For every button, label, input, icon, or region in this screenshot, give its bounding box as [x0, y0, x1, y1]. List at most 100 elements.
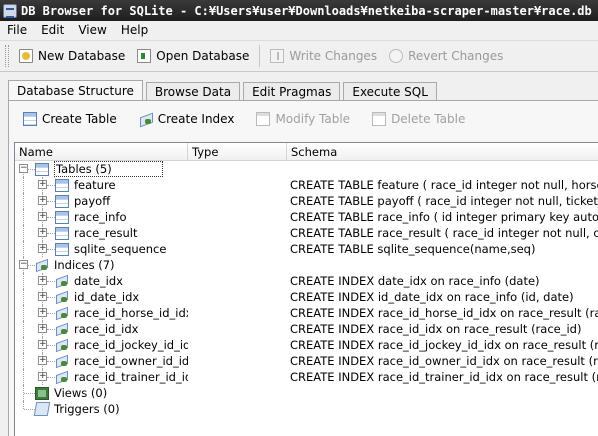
expand-icon[interactable]: + [38, 372, 47, 381]
index-row[interactable]: + id_date_idx CREATE INDEX id_date_idx on … [15, 289, 598, 305]
tree-name-cell: Views (0) [15, 385, 188, 401]
tree-name-cell: + race_id_owner_id_idx [15, 353, 188, 369]
tree-connector-line [47, 377, 55, 378]
expand-icon[interactable]: + [38, 180, 47, 189]
menu-file[interactable]: File [0, 23, 34, 37]
tree-name-cell: − Tables (5) [15, 161, 188, 177]
index-row[interactable]: + race_id_idx CREATE INDEX race_id_idx on … [15, 321, 598, 337]
table-label: race_result [55, 226, 137, 240]
modify-table-button[interactable]: Modify Table [250, 107, 356, 131]
table-row[interactable]: + sqlite_sequence CREATE TABLE sqlite_sequ… [15, 241, 598, 257]
expand-icon[interactable]: + [38, 228, 47, 237]
expand-icon[interactable]: + [38, 212, 47, 221]
expand-icon[interactable]: + [38, 292, 47, 301]
delete-table-label: Delete Table [391, 112, 466, 126]
index-row[interactable]: + race_id_owner_id_idx CREATE INDEX race_i… [15, 353, 598, 369]
table-icon [55, 210, 69, 224]
index-schema: CREATE INDEX race_id_jockey_id_idx on ra… [290, 338, 598, 352]
table-name: payoff [74, 194, 111, 208]
menu-bar: File Edit View Help [0, 21, 598, 39]
collapse-icon[interactable]: − [19, 164, 28, 173]
index-schema: CREATE INDEX race_id_horse_id_idx on rac… [290, 306, 598, 320]
index-icon [55, 323, 69, 336]
open-database-button[interactable]: Open Database [131, 43, 255, 69]
column-header-schema[interactable]: Schema [287, 143, 598, 160]
index-label: race_id_owner_id_idx [55, 354, 188, 368]
index-name: date_idx [74, 274, 123, 288]
index-schema: CREATE INDEX id_date_idx on race_info (i… [290, 290, 574, 304]
new-database-button[interactable]: New Database [13, 43, 131, 69]
tree-group-tables_group[interactable]: − Tables (5) [15, 161, 598, 177]
table-row[interactable]: + payoff CREATE TABLE payoff ( race_id int… [15, 193, 598, 209]
create-index-icon [139, 112, 153, 126]
table-icon [55, 194, 69, 208]
table-row[interactable]: + race_info CREATE TABLE race_info ( id in… [15, 209, 598, 225]
table-row[interactable]: + race_result CREATE TABLE race_result ( r… [15, 225, 598, 241]
index-name: id_date_idx [74, 290, 140, 304]
tree-connector-line [47, 185, 55, 186]
open-database-icon [137, 49, 152, 63]
delete-table-button[interactable]: Delete Table [366, 107, 471, 131]
main-toolbar: New Database Open Database Write Changes… [0, 40, 598, 72]
expand-icon[interactable]: + [38, 244, 47, 253]
table-name: race_result [74, 226, 138, 240]
collapse-icon[interactable]: − [19, 260, 28, 269]
create-table-button[interactable]: Create Table [17, 107, 123, 131]
app-database-icon [3, 3, 17, 18]
table-schema: CREATE TABLE sqlite_sequence(name,seq) [290, 242, 536, 256]
index-row[interactable]: + date_idx CREATE INDEX date_idx on race_i… [15, 273, 598, 289]
index-row[interactable]: + race_id_trainer_id_idx CREATE INDEX race… [15, 369, 598, 385]
column-header-type[interactable]: Type [188, 143, 287, 160]
index-row[interactable]: + race_id_horse_id_idx CREATE INDEX race_i… [15, 305, 598, 321]
tree-group-label: Indices (7) [35, 258, 115, 272]
schema-tree[interactable]: Name Type Schema − Tables (5) + feature CREA… [14, 142, 598, 436]
views-folder-icon [35, 386, 49, 400]
table-label: race_info [55, 210, 127, 224]
revert-changes-icon [389, 49, 404, 63]
tree-connector-line [47, 249, 55, 250]
tree-connector-line [47, 313, 55, 314]
table-row[interactable]: + feature CREATE TABLE feature ( race_id i… [15, 177, 598, 193]
toolbar-grip[interactable] [5, 45, 9, 67]
tree-name-cell: + race_id_jockey_id_idx [15, 337, 188, 353]
tree-group-views_group[interactable]: Views (0) [15, 385, 598, 401]
create-table-icon [23, 112, 37, 126]
tab-execute-sql[interactable]: Execute SQL [343, 82, 437, 101]
index-row[interactable]: + race_id_jockey_id_idx CREATE INDEX race_… [15, 337, 598, 353]
tree-connector-line [28, 265, 35, 266]
index-schema: CREATE INDEX race_id_owner_id_idx on rac… [290, 354, 598, 368]
revert-changes-button[interactable]: Revert Changes [383, 43, 509, 69]
tree-connector-line [47, 329, 55, 330]
index-schema: CREATE INDEX race_id_idx on race_result … [290, 322, 582, 336]
tab-database-structure[interactable]: Database Structure [8, 80, 143, 101]
tree-name-cell: + race_id_trainer_id_idx [15, 369, 188, 385]
expand-icon[interactable]: + [38, 356, 47, 365]
expand-icon[interactable]: + [38, 340, 47, 349]
expand-icon[interactable]: + [38, 276, 47, 285]
tree-name-cell: + race_info [15, 209, 188, 225]
tree-connector-line [47, 281, 55, 282]
index-name: race_id_owner_id_idx [74, 354, 188, 368]
tree-connector-line [23, 337, 24, 353]
tree-rows: − Tables (5) + feature CREATE TABLE feature … [15, 161, 598, 417]
expand-icon[interactable]: + [38, 196, 47, 205]
column-header-name[interactable]: Name [15, 143, 188, 160]
table-schema: CREATE TABLE feature ( race_id integer n… [290, 178, 598, 192]
expand-icon[interactable]: + [38, 324, 47, 333]
menu-help[interactable]: Help [114, 23, 155, 37]
tree-group-indices_group[interactable]: − Indices (7) [15, 257, 598, 273]
menu-edit[interactable]: Edit [34, 23, 71, 37]
tree-connector-line [23, 209, 24, 225]
write-changes-button[interactable]: Write Changes [264, 43, 383, 69]
create-index-button[interactable]: Create Index [133, 107, 241, 131]
tab-browse-data[interactable]: Browse Data [145, 82, 241, 101]
tree-group-label: Views (0) [35, 386, 107, 400]
tree-connector-line [23, 273, 24, 289]
expand-icon[interactable]: + [38, 308, 47, 317]
index-name: race_id_trainer_id_idx [74, 370, 188, 384]
menu-view[interactable]: View [71, 23, 113, 37]
tree-connector-line [23, 225, 24, 241]
tree-connector-line [23, 353, 24, 369]
tab-edit-pragmas[interactable]: Edit Pragmas [243, 82, 341, 101]
tree-group-triggers_group[interactable]: Triggers (0) [15, 401, 598, 417]
